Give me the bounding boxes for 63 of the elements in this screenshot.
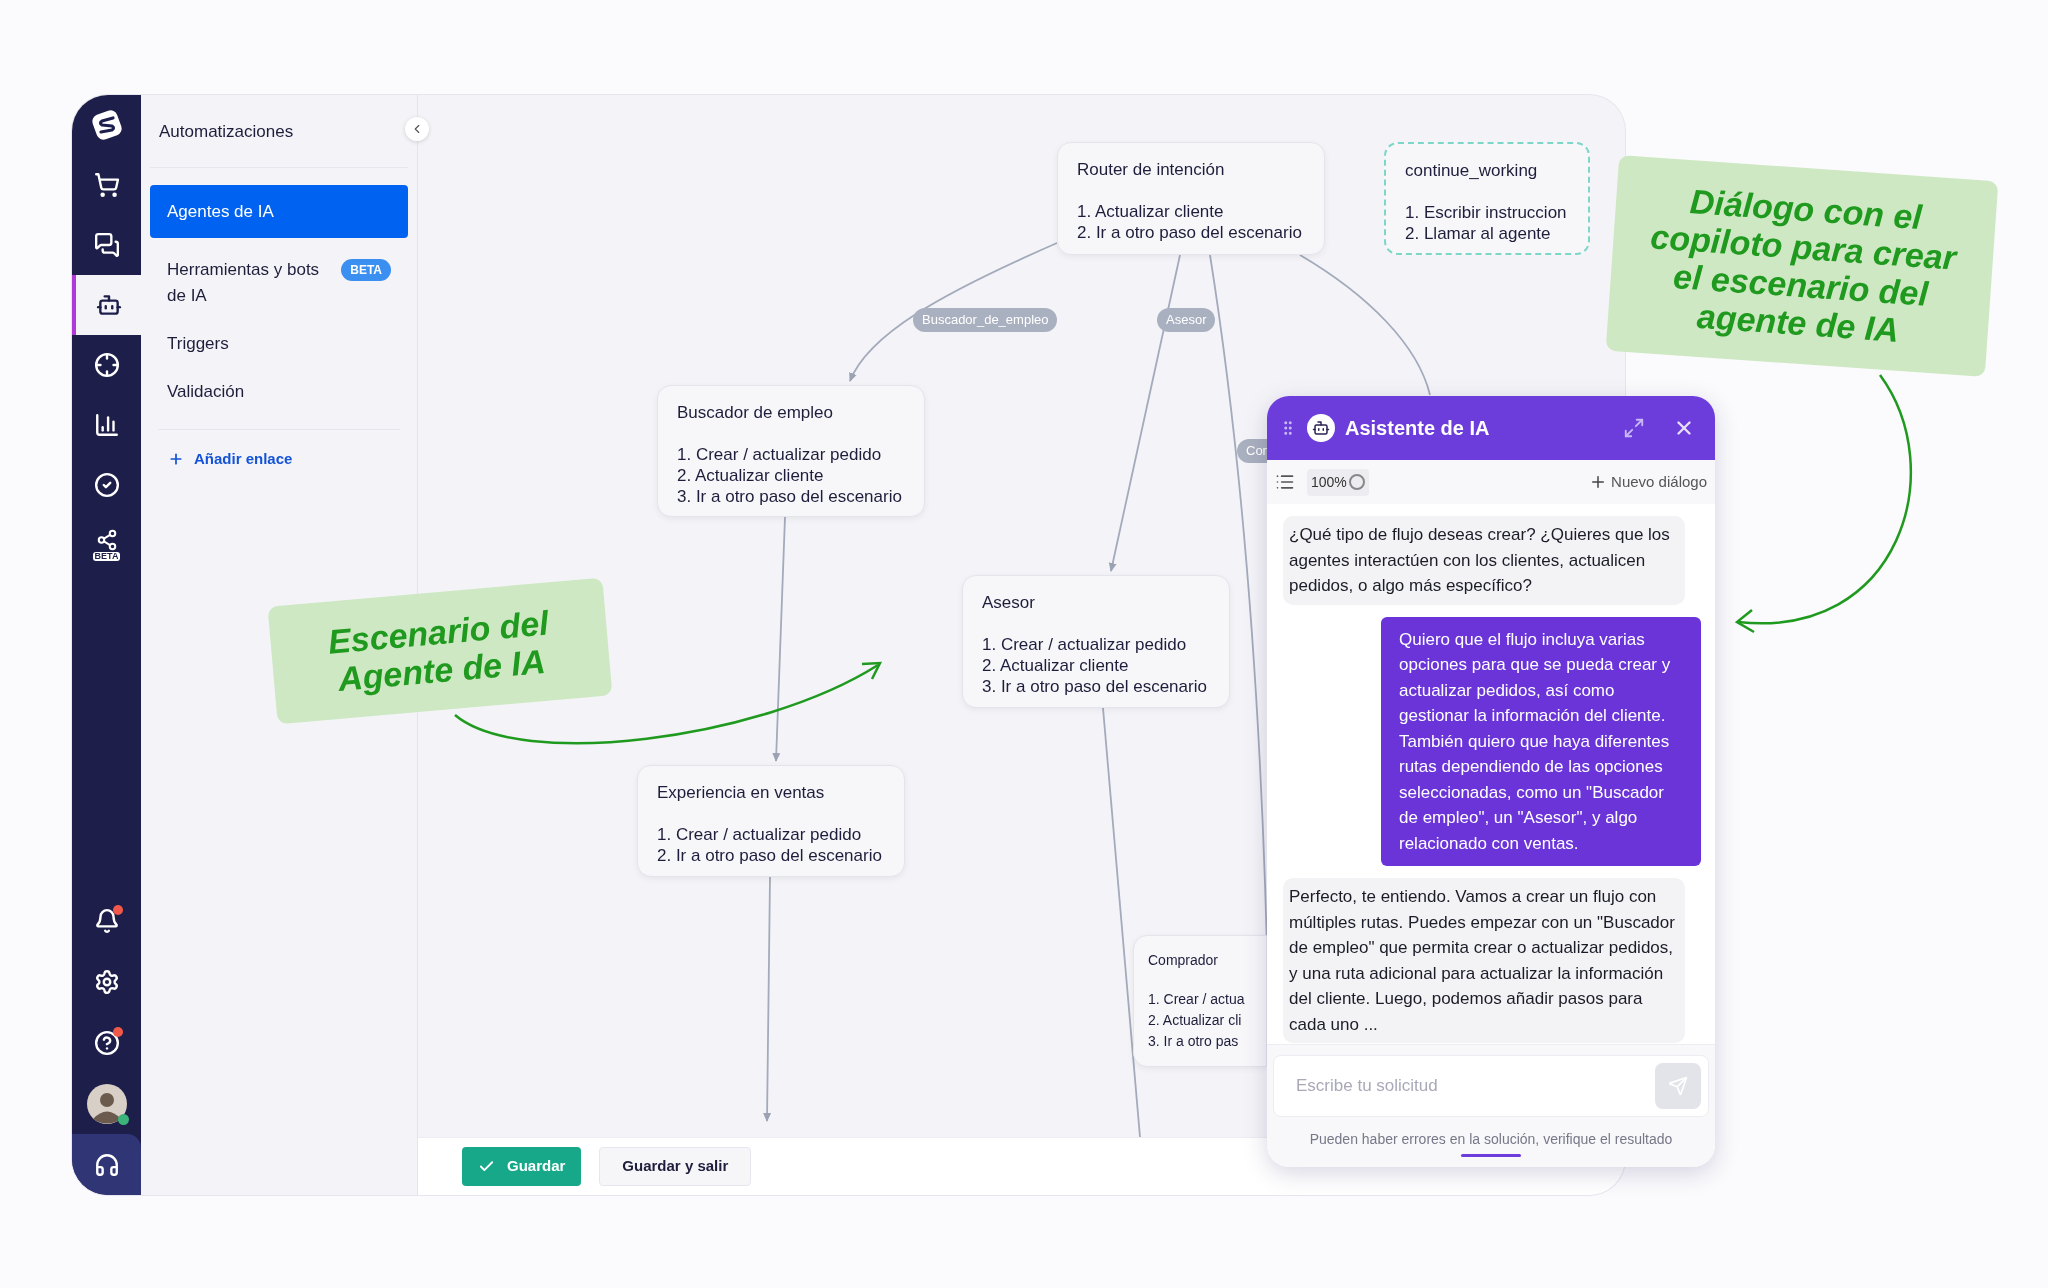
bar-chart-icon[interactable] — [93, 412, 120, 438]
node-step: 2. Ir a otro paso del escenario — [657, 844, 885, 866]
edge-label: Asesor — [1157, 308, 1216, 332]
node-step: 2. Actualizar cliente — [677, 464, 905, 486]
chat-icon[interactable] — [93, 232, 120, 258]
assistant-message: ¿Qué tipo de flujo deseas crear? ¿Quieres que los agentes interactúen con los clientes, actualicen pedidos, o algo más específico? — [1283, 516, 1685, 605]
node-step: 2. Actualizar cli — [1148, 1010, 1266, 1031]
sidebar-item[interactable]: Triggers — [150, 320, 408, 368]
flow-node[interactable]: continue_working 1. Escribir instruccion 2. Llamar al agente — [1384, 142, 1590, 255]
node-title: Experiencia en ventas — [657, 782, 826, 804]
flow-node[interactable]: Experiencia en ventas 1. Crear / actualizar pedido 2. Ir a otro paso del escenario — [637, 765, 905, 877]
beta-badge: BETA — [92, 552, 121, 561]
sidebar-item[interactable]: Validación — [150, 367, 408, 415]
robot-icon — [1307, 414, 1335, 442]
node-step: 3. Ir a otro paso del escenario — [677, 485, 905, 507]
flow-node[interactable]: Comprador 1. Crear / actua 2. Actualizar cli 3. Ir a otro pas — [1133, 935, 1267, 1067]
flow-node[interactable]: Buscador de empleo 1. Crear / actualizar pedido 2. Actualizar cliente 3. Ir a otro paso del escenario — [657, 385, 925, 517]
node-step: 2. Llamar al agente — [1405, 222, 1569, 244]
annotation-note: Diálogo con el copiloto para crear el escenario del agente de IA — [1605, 155, 1999, 377]
add-link[interactable]: Añadir enlace — [194, 448, 293, 471]
node-title: continue_working — [1405, 160, 1539, 182]
zoom-control[interactable]: 100% — [1307, 468, 1369, 496]
new-dialog-button[interactable]: Nuevo diálogo — [1589, 470, 1707, 494]
list-icon[interactable] — [1275, 472, 1295, 492]
crosshair-icon[interactable] — [93, 352, 120, 378]
message-input[interactable]: Escribe tu solicitud — [1273, 1055, 1709, 1117]
node-step: 1. Escribir instruccion — [1405, 201, 1569, 223]
node-title: Comprador — [1148, 951, 1220, 970]
disclaimer: Pueden haber errores en la solución, verifique el resultado — [1309, 1130, 1673, 1149]
node-title: Router de intención — [1077, 159, 1226, 181]
expand-icon[interactable] — [1623, 417, 1645, 439]
node-step: 1. Actualizar cliente — [1077, 200, 1305, 222]
node-step: 1. Crear / actualizar pedido — [657, 823, 885, 845]
node-step: 3. Ir a otro paso del escenario — [982, 675, 1210, 697]
panel-title: Asistente de IA — [1345, 416, 1490, 441]
node-step: 2. Actualizar cliente — [982, 654, 1210, 676]
sidebar-item[interactable]: Herramientas y bots de IA BETA — [150, 246, 408, 320]
flow-node[interactable]: Router de intención 1. Actualizar cliente 2. Ir a otro paso del escenario — [1057, 142, 1325, 255]
headset-icon[interactable] — [93, 1151, 120, 1178]
robot-icon[interactable] — [95, 292, 122, 318]
node-step: 1. Crear / actualizar pedido — [982, 633, 1210, 655]
node-step: 1. Crear / actualizar pedido — [677, 443, 905, 465]
bell-icon[interactable] — [93, 907, 120, 934]
avatar[interactable] — [86, 1083, 127, 1124]
check-circle-icon[interactable] — [93, 472, 120, 498]
cart-icon[interactable] — [93, 172, 120, 198]
edge-label: Buscador_de_empleo — [913, 308, 1058, 332]
assistant-message: Perfecto, te entiendo. Vamos a crear un flujo con múltiples rutas. Puedes empezar con un "Buscador de empleo" que permita crear o actualizar pedidos, y una ruta adicional para actualizar la información del cliente. Luego, podemos añadir pasos para cada uno ... — [1283, 878, 1685, 1043]
share-icon[interactable] — [95, 529, 118, 551]
node-step: 3. Ir a otro pas — [1148, 1031, 1266, 1052]
send-icon — [1668, 1076, 1688, 1096]
node-step: 1. Crear / actua — [1148, 989, 1266, 1010]
settings-icon[interactable] — [93, 968, 120, 995]
beta-badge: BETA — [341, 259, 391, 281]
user-message: Quiero que el flujo incluya varias opciones para que se pueda crear y actualizar pedidos, así como gestionar la información del cliente. También quiero que haya diferentes rutas dependiendo de las opciones seleccionadas, como un "Buscador de empleo", un "Asesor", y algo relacionado con ventas. — [1381, 616, 1701, 866]
node-title: Buscador de empleo — [677, 402, 834, 424]
collapse-button[interactable] — [405, 117, 429, 141]
node-title: Asesor — [982, 592, 1036, 614]
sidebar-item[interactable]: Agentes de IA — [150, 184, 408, 238]
help-icon[interactable] — [93, 1029, 120, 1056]
flow-node[interactable]: Asesor 1. Crear / actualizar pedido 2. Actualizar cliente 3. Ir a otro paso del escenario — [962, 575, 1230, 708]
node-step: 2. Ir a otro paso del escenario — [1077, 221, 1305, 243]
save-and-exit-button[interactable]: Guardar y salir — [599, 1147, 752, 1186]
